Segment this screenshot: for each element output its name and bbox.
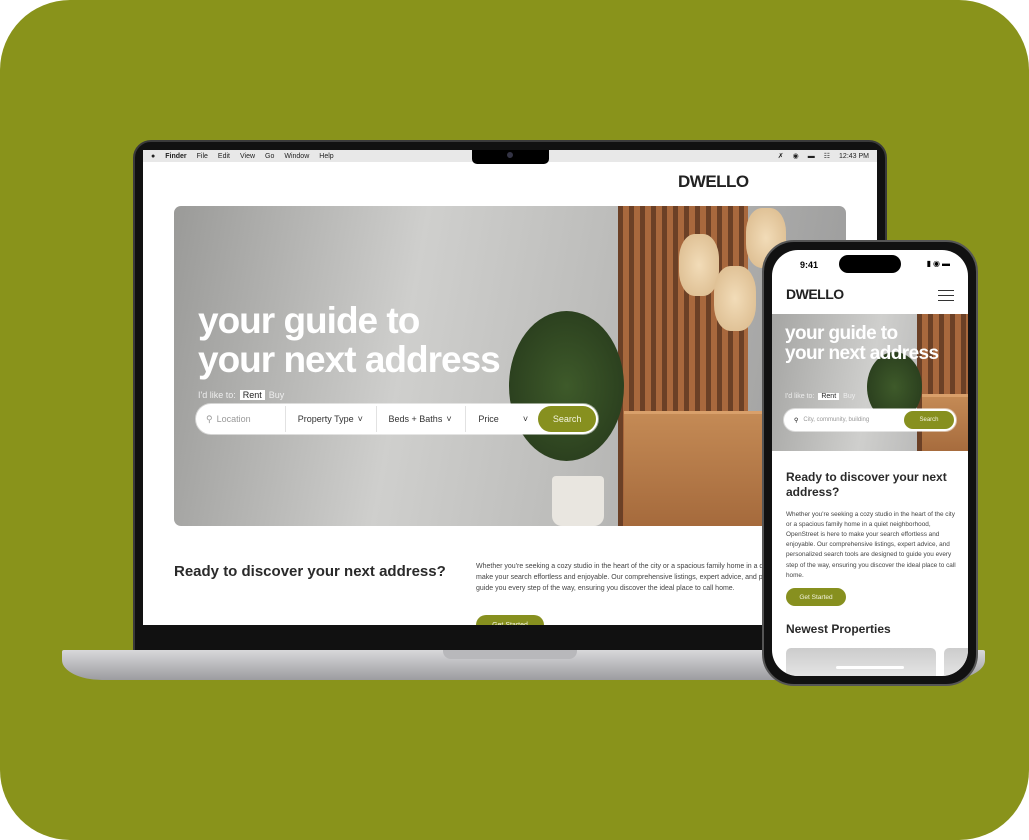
- menu-edit[interactable]: Edit: [218, 153, 230, 160]
- brand-logo[interactable]: DWELLO: [678, 172, 749, 192]
- mute-icon[interactable]: ✗: [778, 152, 784, 160]
- intro-title: Ready to discover your next address?: [174, 563, 446, 580]
- dynamic-island: [839, 255, 901, 273]
- user-icon[interactable]: ◉: [793, 152, 799, 160]
- phone-status-icons: ▮◉▬: [927, 259, 952, 268]
- wifi-icon: ◉: [933, 259, 942, 268]
- intro-body: Whether you're seeking a cozy studio in …: [786, 511, 956, 579]
- price-select[interactable]: Price ˅: [466, 406, 538, 432]
- menubar-clock: 12:43 PM: [839, 152, 869, 160]
- pendant-lamp: [679, 234, 719, 296]
- price-label: Price: [478, 414, 499, 424]
- hero-banner: your guide to your next address I'd like…: [174, 206, 846, 526]
- beds-baths-select[interactable]: Beds + Baths ˅: [377, 406, 467, 432]
- phone-frame: 9:41 ▮◉▬ DWELLO your guide to your next …: [762, 240, 978, 686]
- plant: [509, 311, 624, 461]
- menu-view[interactable]: View: [240, 153, 255, 160]
- plant-pot: [552, 476, 604, 526]
- location-pin-icon: ⚲: [206, 413, 213, 424]
- phone-time: 9:41: [800, 260, 819, 270]
- mode-label: I'd like to:: [198, 390, 236, 400]
- get-started-button[interactable]: Get Started: [786, 588, 846, 606]
- mode-toggle: I'd like to: Rent Buy: [785, 393, 855, 400]
- chevron-down-icon: ˅: [446, 414, 452, 424]
- search-button[interactable]: Search: [904, 411, 954, 429]
- beds-baths-label: Beds + Baths: [388, 414, 443, 424]
- mode-buy[interactable]: Buy: [269, 390, 285, 400]
- laptop-groove: [443, 650, 577, 659]
- property-card[interactable]: [786, 648, 936, 676]
- property-type-label: Property Type: [297, 414, 354, 424]
- location-placeholder: Location: [216, 414, 251, 424]
- battery-icon: ▬: [942, 259, 952, 268]
- menu-help[interactable]: Help: [319, 153, 333, 160]
- home-indicator: [836, 666, 904, 669]
- property-card[interactable]: [944, 648, 968, 676]
- location-input[interactable]: ⚲ Location: [198, 406, 286, 432]
- apple-icon[interactable]: ●: [151, 153, 155, 160]
- mode-buy[interactable]: Buy: [843, 393, 855, 400]
- chevron-down-icon: ˅: [522, 414, 529, 424]
- location-pin-icon: ⚲: [794, 417, 799, 424]
- search-button[interactable]: Search: [538, 406, 596, 432]
- hamburger-menu-icon[interactable]: [938, 290, 954, 301]
- pendant-lamp: [714, 266, 756, 331]
- newest-properties-title: Newest Properties: [786, 622, 891, 636]
- chevron-down-icon: ˅: [357, 414, 363, 424]
- intro-title: Ready to discover your next address?: [786, 470, 947, 499]
- control-center-icon[interactable]: ☷: [824, 152, 830, 160]
- property-type-select[interactable]: Property Type ˅: [286, 406, 377, 432]
- search-bar: ⚲ City, community, building Search: [784, 409, 956, 431]
- mode-label: I'd like to:: [785, 393, 815, 400]
- menu-file[interactable]: File: [197, 153, 208, 160]
- phone-hero: your guide to your next address I'd like…: [772, 314, 968, 451]
- hero-line-1: your guide to: [785, 323, 898, 344]
- brand-logo[interactable]: DWELLO: [786, 286, 844, 302]
- hero-headline: your guide to your next address: [785, 323, 939, 364]
- camera-notch: [472, 150, 549, 164]
- menu-app[interactable]: Finder: [165, 153, 186, 160]
- get-started-button[interactable]: Get Started: [476, 615, 544, 625]
- battery-icon[interactable]: ▬: [808, 153, 815, 160]
- hero-line-2: your next address: [785, 342, 939, 364]
- hero-headline: your guide to your next address: [198, 300, 501, 380]
- menu-go[interactable]: Go: [265, 153, 274, 160]
- search-bar: ⚲ Location Property Type ˅ Beds + Baths ˅ P…: [196, 404, 598, 434]
- mode-toggle: I'd like to: Rent Buy: [198, 390, 284, 400]
- menu-window[interactable]: Window: [284, 153, 309, 160]
- mode-rent[interactable]: Rent: [818, 393, 840, 400]
- hero-line-1: your guide to: [198, 300, 420, 341]
- mode-rent[interactable]: Rent: [239, 390, 265, 400]
- phone-screen: 9:41 ▮◉▬ DWELLO your guide to your next …: [772, 250, 968, 676]
- search-input[interactable]: City, community, building: [803, 417, 904, 423]
- hero-line-2: your next address: [198, 338, 501, 380]
